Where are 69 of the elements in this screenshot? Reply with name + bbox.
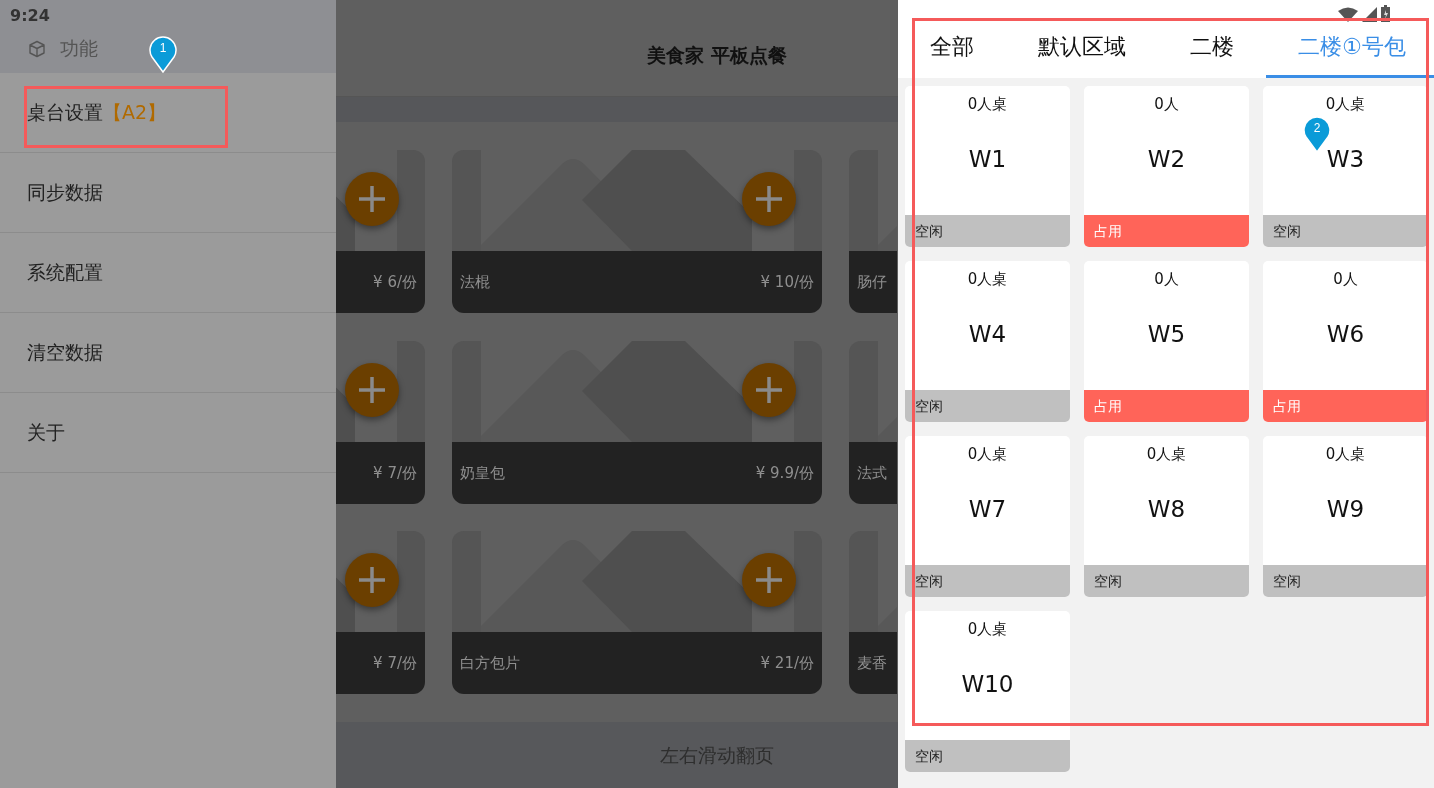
plus-icon bbox=[357, 375, 387, 405]
product-name: 法式 bbox=[857, 462, 887, 484]
table-status: 空闲 bbox=[905, 565, 1070, 597]
table-card[interactable]: 0人 W5 占用 bbox=[1084, 261, 1249, 422]
table-card[interactable]: 0人桌 W10 空闲 bbox=[905, 611, 1070, 772]
table-name: W9 bbox=[1326, 495, 1365, 524]
plus-icon bbox=[754, 375, 784, 405]
table-capacity: 0人 bbox=[1332, 269, 1359, 290]
plus-icon bbox=[357, 565, 387, 595]
table-card[interactable]: 0人 W2 占用 bbox=[1084, 86, 1249, 247]
product-name: 白方包片 bbox=[460, 652, 520, 674]
table-name: W10 bbox=[961, 670, 1014, 699]
table-card[interactable]: 0人桌 W8 空闲 bbox=[1084, 436, 1249, 597]
table-card[interactable]: 0人桌 W9 空闲 bbox=[1263, 436, 1428, 597]
plus-icon bbox=[754, 184, 784, 214]
product-name: 肠仔 bbox=[857, 271, 887, 293]
table-name: W6 bbox=[1326, 320, 1365, 349]
product-price: ¥ 7/份 bbox=[373, 462, 417, 484]
table-status: 占用 bbox=[1084, 215, 1249, 247]
plus-icon bbox=[357, 184, 387, 214]
product-price: ¥ 9.9/份 bbox=[755, 462, 814, 484]
drawer-item[interactable]: 桌台设置 bbox=[27, 98, 103, 127]
table-name: W1 bbox=[968, 145, 1007, 174]
table-status: 空闲 bbox=[1084, 565, 1249, 597]
drawer-title: 功能 bbox=[60, 36, 98, 62]
table-capacity: 0人桌 bbox=[966, 619, 1009, 640]
table-status: 空闲 bbox=[1263, 215, 1428, 247]
table-status: 空闲 bbox=[905, 215, 1070, 247]
table-capacity: 0人桌 bbox=[1145, 444, 1188, 465]
table-capacity: 0人桌 bbox=[966, 94, 1009, 115]
product-name: 麦香 bbox=[857, 652, 887, 674]
table-status: 空闲 bbox=[905, 390, 1070, 422]
table-capacity: 0人桌 bbox=[1324, 94, 1367, 115]
table-capacity: 0人 bbox=[1153, 269, 1180, 290]
area-tab[interactable]: 默认区域 bbox=[1006, 0, 1158, 78]
table-name: W3 bbox=[1326, 145, 1365, 174]
table-name: W4 bbox=[968, 320, 1007, 349]
table-capacity: 0人 bbox=[1153, 94, 1180, 115]
table-capacity: 0人桌 bbox=[966, 269, 1009, 290]
table-card[interactable]: 0人桌 W7 空闲 bbox=[905, 436, 1070, 597]
app-title: 美食家 平板点餐 bbox=[647, 42, 787, 68]
area-tab[interactable]: 全部 bbox=[898, 0, 1006, 78]
plus-icon bbox=[754, 565, 784, 595]
product-name: 奶皇包 bbox=[460, 462, 505, 484]
table-card[interactable]: 0人桌 W1 空闲 bbox=[905, 86, 1070, 247]
table-status: 空闲 bbox=[1263, 565, 1428, 597]
code-label: 【A2】 bbox=[103, 100, 167, 126]
table-status: 占用 bbox=[1084, 390, 1249, 422]
battery-icon bbox=[1381, 5, 1390, 22]
table-card[interactable]: 0人桌 W4 空闲 bbox=[905, 261, 1070, 422]
cube-icon bbox=[28, 39, 46, 58]
product-price: ¥ 10/份 bbox=[760, 271, 814, 293]
product-name: 法棍 bbox=[460, 271, 490, 293]
status-time: 9:24 bbox=[10, 5, 50, 27]
product-price: ¥ 21/份 bbox=[760, 652, 814, 674]
table-name: W8 bbox=[1147, 495, 1186, 524]
table-name: W5 bbox=[1147, 320, 1186, 349]
table-status: 占用 bbox=[1263, 390, 1428, 422]
table-card[interactable]: 0人 W6 占用 bbox=[1263, 261, 1428, 422]
table-capacity: 0人桌 bbox=[1324, 444, 1367, 465]
signal-icon bbox=[1362, 7, 1377, 22]
table-status: 空闲 bbox=[905, 740, 1070, 772]
product-price: ¥ 6/份 bbox=[373, 271, 417, 293]
table-name: W7 bbox=[968, 495, 1007, 524]
product-price: ¥ 7/份 bbox=[373, 652, 417, 674]
area-tab[interactable]: 二楼 bbox=[1158, 0, 1266, 78]
table-capacity: 0人桌 bbox=[966, 444, 1009, 465]
table-name: W2 bbox=[1147, 145, 1186, 174]
callout-pin: 1 bbox=[148, 33, 178, 73]
